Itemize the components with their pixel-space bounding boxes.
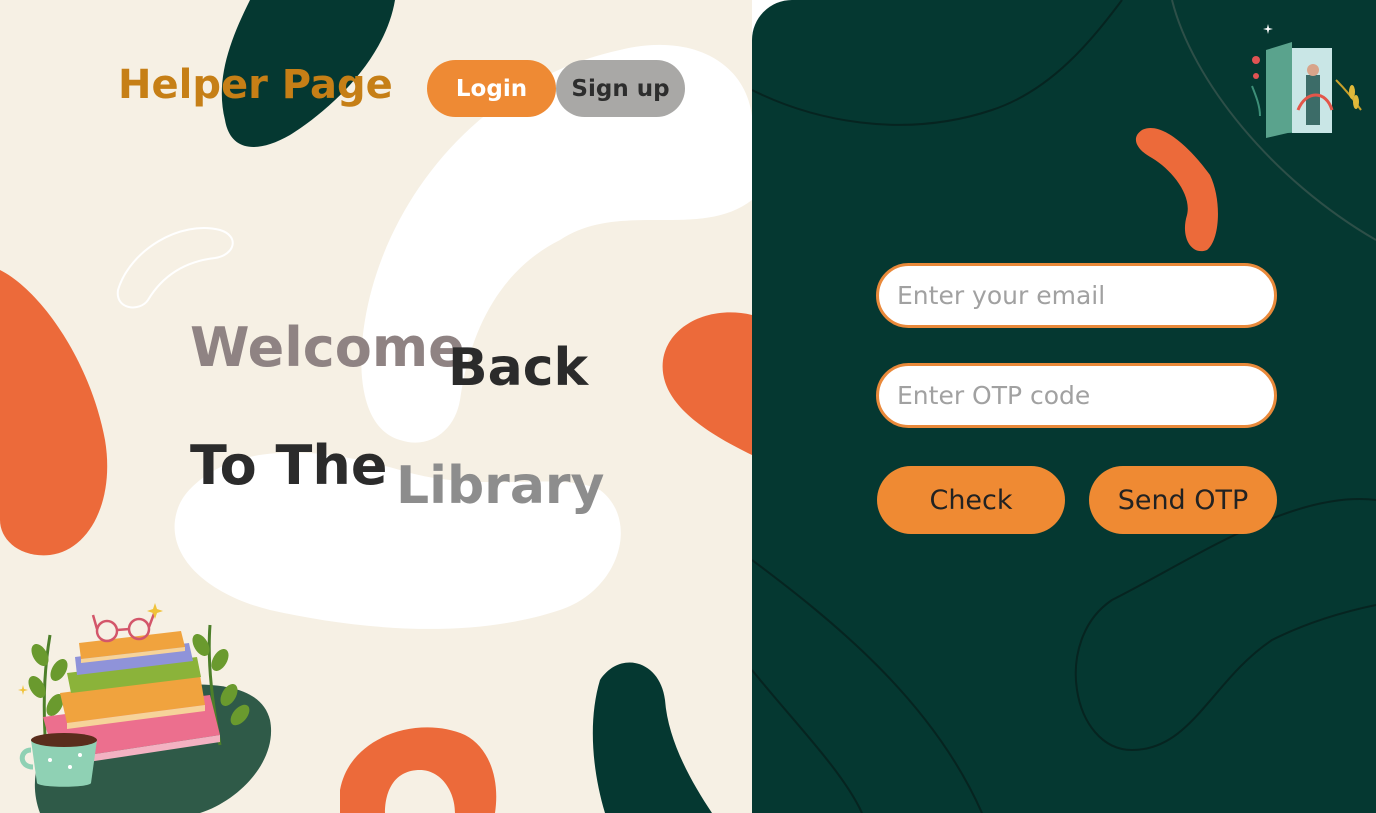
brand-title: Helper Page [118, 62, 393, 108]
hero-word-to-the: To The [190, 434, 388, 497]
send-otp-button[interactable]: Send OTP [1089, 466, 1277, 534]
left-panel: Helper Page Login Sign up Welcome Back T… [0, 0, 752, 813]
hero-word-back: Back [448, 338, 589, 398]
stack-of-books-illustration [18, 603, 250, 787]
email-input[interactable] [876, 263, 1277, 328]
otp-input[interactable] [876, 363, 1277, 428]
hero-word-library: Library [396, 456, 605, 516]
signup-button[interactable]: Sign up [556, 60, 685, 117]
check-button[interactable]: Check [877, 466, 1065, 534]
open-book-door-illustration [1251, 24, 1362, 138]
hero-word-welcome: Welcome [190, 316, 465, 379]
login-button[interactable]: Login [427, 60, 556, 117]
